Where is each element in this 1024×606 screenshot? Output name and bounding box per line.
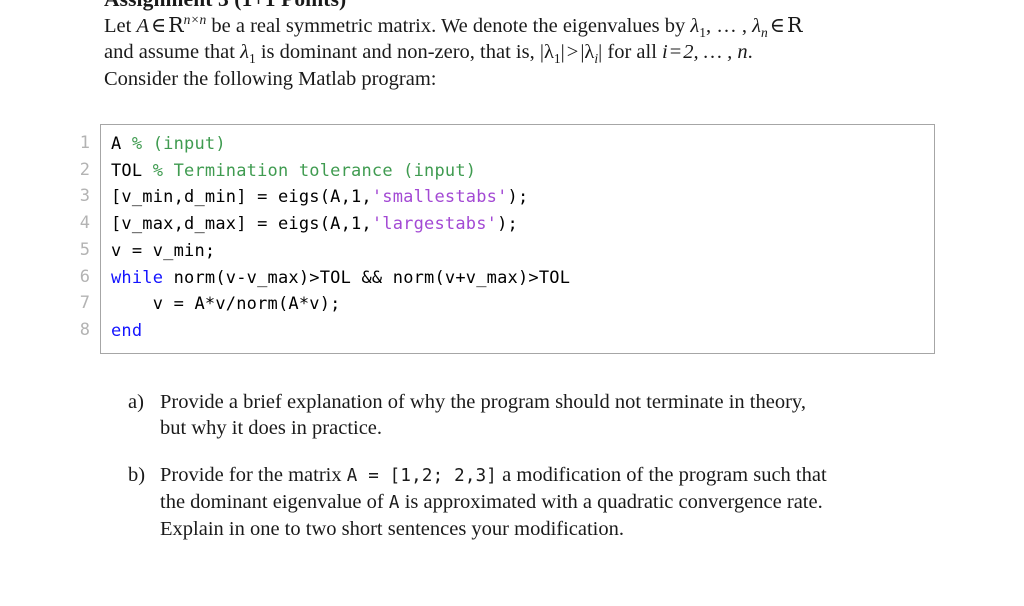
reals-symbol: R bbox=[168, 13, 184, 37]
code-token-string: 'largestabs' bbox=[371, 214, 498, 235]
line-number: 4 bbox=[79, 213, 90, 234]
index-i-symbol: i bbox=[662, 41, 668, 64]
line-number: 6 bbox=[79, 266, 90, 287]
code-token-string: 'smallestabs' bbox=[371, 187, 508, 208]
intro-period: . bbox=[747, 41, 753, 64]
question-b-text-1: Provide for the matrix bbox=[160, 463, 347, 486]
code-line: [v_min,d_min] = eigs(A,1,'smallestabs'); bbox=[111, 184, 934, 211]
question-a-line-2: but why it does in practice. bbox=[160, 417, 383, 440]
reals-symbol-2: R bbox=[786, 13, 803, 37]
line-number-gutter: 1 2 3 4 5 6 7 8 bbox=[68, 124, 100, 354]
code-token-keyword: while bbox=[111, 267, 164, 288]
ellipsis-1: , … , bbox=[706, 15, 753, 37]
code-line: v = A*v/norm(A*v); bbox=[111, 291, 934, 318]
lambda-n-subscript: n bbox=[761, 25, 768, 41]
matrix-code-literal: A = [1,2; 2,3] bbox=[346, 465, 498, 486]
abs-lambda-1-sub: 1 bbox=[553, 51, 561, 67]
question-b-text-2: a modification of the program such that bbox=[497, 463, 827, 486]
element-of-symbol-2: ∈ bbox=[769, 15, 785, 37]
code-line: TOL % Termination tolerance (input) bbox=[111, 158, 934, 185]
assignment-heading: Assignment 3 (1+1 Points) bbox=[104, 0, 346, 12]
question-label-b: b) bbox=[128, 463, 146, 486]
question-item-b: b) Provide for the matrix A = [1,2; 2,3]… bbox=[128, 462, 940, 543]
code-token-plain: norm(v-v_max)>TOL && norm(v+v_max)>TOL bbox=[163, 267, 571, 288]
code-token-plain: v = A*v/norm(A*v); bbox=[111, 294, 341, 315]
matrix-code-A: A bbox=[388, 492, 400, 513]
code-line: A % (input) bbox=[111, 131, 934, 158]
lambda-1-symbol: λ bbox=[690, 15, 700, 37]
code-token-comment: % (input) bbox=[131, 134, 226, 154]
greater-than-symbol: > bbox=[566, 41, 579, 64]
code-token-comment: % Termination tolerance (input) bbox=[152, 160, 477, 181]
line-number: 8 bbox=[79, 319, 90, 340]
code-token-plain: [v_min,d_min] = eigs(A,1, bbox=[111, 187, 372, 208]
code-token-keyword: end bbox=[111, 320, 143, 341]
question-item-a: a) Provide a brief explanation of why th… bbox=[128, 389, 940, 442]
matrix-dimension-exponent: n×n bbox=[183, 12, 207, 28]
code-line: v = v_min; bbox=[111, 238, 934, 265]
intro-text-5: for all bbox=[602, 41, 663, 64]
intro-line-3: Consider the following Matlab program: bbox=[104, 67, 437, 90]
lambda-1-symbol-2: λ bbox=[240, 41, 249, 64]
intro-line-1: Let A∈Rn×n be a real symmetric matrix. W… bbox=[104, 12, 940, 39]
code-line: end bbox=[111, 318, 934, 345]
abs-lambda-i-open: |λ bbox=[580, 41, 595, 64]
intro-line-2: and assume that λ1 is dominant and non-z… bbox=[104, 39, 940, 65]
code-line: [v_max,d_max] = eigs(A,1,'largestabs'); bbox=[111, 211, 934, 238]
line-number: 2 bbox=[79, 159, 90, 180]
question-list: a) Provide a brief explanation of why th… bbox=[128, 389, 940, 542]
question-a-line-1: Provide a brief explanation of why the p… bbox=[160, 391, 806, 413]
code-token-plain: v = v_min; bbox=[111, 240, 216, 261]
lambda-1-subscript-2: 1 bbox=[248, 51, 256, 67]
question-b-text-3: the dominant eigenvalue of bbox=[160, 490, 389, 513]
code-token-plain: ); bbox=[497, 214, 518, 235]
code-token-plain: [v_max,d_max] = eigs(A,1, bbox=[111, 214, 372, 235]
intro-paragraph: Let A∈Rn×n be a real symmetric matrix. W… bbox=[104, 12, 940, 92]
question-body-a: Provide a brief explanation of why the p… bbox=[160, 389, 940, 442]
document-page: Assignment 3 (1+1 Points) Let A∈Rn×n be … bbox=[0, 0, 1024, 606]
line-number: 3 bbox=[79, 186, 90, 207]
equals-symbol: = bbox=[669, 41, 682, 64]
intro-text-1: Let bbox=[104, 15, 137, 37]
abs-lambda-1-open: |λ bbox=[539, 41, 554, 64]
matrix-symbol-A: A bbox=[136, 15, 149, 37]
lambda-n-symbol: λ bbox=[752, 15, 762, 37]
code-token-plain: TOL bbox=[111, 160, 153, 181]
intro-text-3: and assume that bbox=[104, 41, 241, 64]
index-range-values: 2, … , n bbox=[683, 41, 748, 64]
question-b-line-3: Explain in one to two short sentences yo… bbox=[160, 518, 625, 541]
code-token-plain: ); bbox=[507, 187, 529, 208]
question-label-a: a) bbox=[128, 391, 144, 413]
question-body-b: Provide for the matrix A = [1,2; 2,3] a … bbox=[160, 462, 940, 543]
code-listing: 12345678 A % (input) TOL % Termination to… bbox=[68, 124, 935, 354]
line-number: 5 bbox=[79, 239, 90, 260]
code-token-plain: A bbox=[111, 134, 132, 154]
question-b-line-1: Provide for the matrix A = [1,2; 2,3] a … bbox=[160, 462, 940, 489]
element-of-symbol: ∈ bbox=[150, 15, 167, 37]
code-block: A % (input) TOL % Termination tolerance (… bbox=[100, 124, 935, 354]
intro-text-2: be a real symmetric matrix. We denote th… bbox=[206, 15, 691, 37]
line-number: 1 bbox=[79, 133, 90, 153]
question-b-text-4: is approximated with a quadratic converg… bbox=[399, 490, 823, 513]
line-number: 7 bbox=[79, 293, 90, 314]
lambda-1-subscript: 1 bbox=[699, 25, 707, 41]
question-b-line-2: the dominant eigenvalue of A is approxim… bbox=[160, 489, 940, 516]
code-line: while norm(v-v_max)>TOL && norm(v+v_max)… bbox=[111, 265, 934, 292]
intro-text-4: is dominant and non-zero, that is, bbox=[255, 41, 540, 64]
